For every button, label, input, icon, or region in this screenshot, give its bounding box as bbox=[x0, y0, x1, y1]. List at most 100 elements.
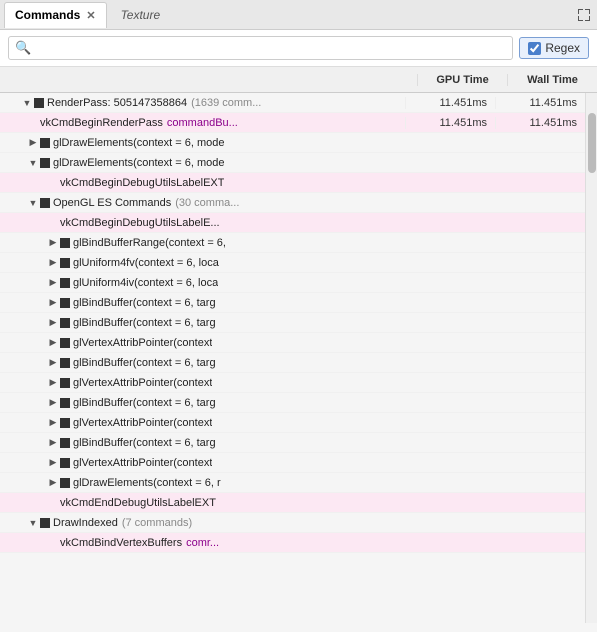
row-label: vkCmdBeginDebugUtilsLabelEXT bbox=[60, 177, 224, 189]
tree-cell: ▶ glBindBuffer(context = 6, targ bbox=[0, 436, 405, 450]
expand-icon[interactable]: ▶ bbox=[46, 336, 60, 350]
table-row[interactable]: ▶ glVertexAttribPointer(context bbox=[0, 453, 585, 473]
row-icon bbox=[60, 338, 70, 348]
row-label: vkCmdBeginDebugUtilsLabelE... bbox=[60, 217, 220, 229]
row-label: vkCmdBindVertexBuffers bbox=[60, 537, 182, 549]
row-label: RenderPass: 505147358864 bbox=[47, 97, 187, 109]
row-label: glBindBuffer(context = 6, targ bbox=[73, 437, 216, 449]
row-subtext: (1639 comm... bbox=[191, 97, 261, 109]
expand-icon[interactable]: ▶ bbox=[46, 416, 60, 430]
row-icon bbox=[60, 318, 70, 328]
table-row[interactable]: ▶ glBindBufferRange(context = 6, bbox=[0, 233, 585, 253]
tree-scroll[interactable]: ▼ RenderPass: 505147358864 (1639 comm...… bbox=[0, 93, 585, 623]
tree-cell: vkCmdEndDebugUtilsLabelEXT bbox=[0, 497, 405, 509]
table-row[interactable]: ▶ glBindBuffer(context = 6, targ bbox=[0, 353, 585, 373]
table-row[interactable]: ▶ glDrawElements(context = 6, r bbox=[0, 473, 585, 493]
row-subtext: commandBu... bbox=[167, 117, 238, 129]
search-icon: 🔍 bbox=[15, 40, 31, 56]
row-icon bbox=[60, 298, 70, 308]
expand-icon[interactable]: ▶ bbox=[46, 376, 60, 390]
tree-cell: ▶ glBindBuffer(context = 6, targ bbox=[0, 316, 405, 330]
fullscreen-button[interactable] bbox=[575, 6, 593, 24]
row-label: glUniform4iv(context = 6, loca bbox=[73, 277, 218, 289]
table-row[interactable]: vkCmdBeginRenderPass commandBu... 11.451… bbox=[0, 113, 585, 133]
tab-close-icon[interactable]: ✕ bbox=[86, 9, 95, 22]
regex-checkbox[interactable] bbox=[528, 42, 541, 55]
row-icon bbox=[60, 278, 70, 288]
scrollbar[interactable] bbox=[585, 93, 597, 623]
search-input-wrap: 🔍 bbox=[8, 36, 513, 60]
expand-icon[interactable]: ▶ bbox=[46, 256, 60, 270]
row-icon bbox=[60, 398, 70, 408]
row-label: glVertexAttribPointer(context bbox=[73, 337, 212, 349]
tree-cell: ▶ glUniform4fv(context = 6, loca bbox=[0, 256, 405, 270]
collapse-icon[interactable]: ▼ bbox=[26, 156, 40, 170]
row-label: OpenGL ES Commands bbox=[53, 197, 171, 209]
table-row[interactable]: ▶ glUniform4fv(context = 6, loca bbox=[0, 253, 585, 273]
row-subtext: comr... bbox=[186, 537, 219, 549]
table-row[interactable]: vkCmdBindVertexBuffers comr... bbox=[0, 533, 585, 553]
row-label: vkCmdBeginRenderPass bbox=[40, 117, 163, 129]
row-icon bbox=[60, 358, 70, 368]
collapse-icon[interactable]: ▼ bbox=[20, 96, 34, 110]
col-wall-header: Wall Time bbox=[507, 74, 597, 86]
table-row[interactable]: ▶ glDrawElements(context = 6, mode bbox=[0, 133, 585, 153]
expand-icon[interactable]: ▶ bbox=[46, 396, 60, 410]
column-headers: GPU Time Wall Time bbox=[0, 67, 597, 93]
table-row[interactable]: ▶ glUniform4iv(context = 6, loca bbox=[0, 273, 585, 293]
table-row[interactable]: ▶ glVertexAttribPointer(context bbox=[0, 413, 585, 433]
row-label: glBindBuffer(context = 6, targ bbox=[73, 397, 216, 409]
row-label: glVertexAttribPointer(context bbox=[73, 457, 212, 469]
tab-bar: Commands ✕ Texture bbox=[0, 0, 597, 30]
collapse-icon[interactable]: ▼ bbox=[26, 516, 40, 530]
gpu-time-val: 11.451ms bbox=[405, 97, 495, 109]
row-icon bbox=[60, 258, 70, 268]
table-row[interactable]: ▶ glBindBuffer(context = 6, targ bbox=[0, 433, 585, 453]
table-row[interactable]: ▶ glBindBuffer(context = 6, targ bbox=[0, 313, 585, 333]
expand-icon[interactable]: ▶ bbox=[46, 476, 60, 490]
search-input[interactable] bbox=[35, 41, 506, 55]
table-row[interactable]: vkCmdBeginDebugUtilsLabelEXT bbox=[0, 173, 585, 193]
tab-commands[interactable]: Commands ✕ bbox=[4, 2, 107, 28]
table-row[interactable]: ▶ glVertexAttribPointer(context bbox=[0, 373, 585, 393]
wall-time-val: 11.451ms bbox=[495, 117, 585, 129]
row-label: glBindBuffer(context = 6, targ bbox=[73, 297, 216, 309]
tree-cell: ▶ glVertexAttribPointer(context bbox=[0, 336, 405, 350]
row-label: glVertexAttribPointer(context bbox=[73, 417, 212, 429]
row-subtext: (30 comma... bbox=[175, 197, 239, 209]
collapse-icon[interactable]: ▼ bbox=[26, 196, 40, 210]
table-row[interactable]: ▼ RenderPass: 505147358864 (1639 comm...… bbox=[0, 93, 585, 113]
row-icon bbox=[60, 378, 70, 388]
tree-cell: ▼ OpenGL ES Commands (30 comma... bbox=[0, 196, 405, 210]
table-row[interactable]: ▶ glBindBuffer(context = 6, targ bbox=[0, 393, 585, 413]
table-row[interactable]: ▼ DrawIndexed (7 commands) bbox=[0, 513, 585, 533]
tree-cell: ▶ glVertexAttribPointer(context bbox=[0, 456, 405, 470]
wall-time-val: 11.451ms bbox=[495, 97, 585, 109]
expand-icon[interactable]: ▶ bbox=[46, 236, 60, 250]
tab-texture-label: Texture bbox=[121, 8, 161, 22]
row-label: glUniform4fv(context = 6, loca bbox=[73, 257, 219, 269]
expand-icon[interactable]: ▶ bbox=[46, 456, 60, 470]
row-icon bbox=[60, 478, 70, 488]
expand-icon[interactable]: ▶ bbox=[46, 356, 60, 370]
row-icon bbox=[40, 198, 50, 208]
tree-cell: vkCmdBeginDebugUtilsLabelEXT bbox=[0, 177, 405, 189]
expand-icon[interactable]: ▶ bbox=[46, 276, 60, 290]
table-row[interactable]: ▼ OpenGL ES Commands (30 comma... bbox=[0, 193, 585, 213]
expand-icon[interactable]: ▶ bbox=[46, 296, 60, 310]
expand-icon[interactable]: ▶ bbox=[46, 436, 60, 450]
table-row[interactable]: vkCmdEndDebugUtilsLabelEXT bbox=[0, 493, 585, 513]
table-row[interactable]: ▼ glDrawElements(context = 6, mode bbox=[0, 153, 585, 173]
row-label: glBindBufferRange(context = 6, bbox=[73, 237, 226, 249]
table-row[interactable]: ▶ glVertexAttribPointer(context bbox=[0, 333, 585, 353]
tree-cell: ▼ DrawIndexed (7 commands) bbox=[0, 516, 405, 530]
expand-icon[interactable]: ▶ bbox=[46, 316, 60, 330]
tab-texture[interactable]: Texture bbox=[111, 2, 171, 28]
row-icon bbox=[40, 518, 50, 528]
scrollbar-thumb[interactable] bbox=[588, 113, 596, 173]
table-row[interactable]: vkCmdBeginDebugUtilsLabelE... bbox=[0, 213, 585, 233]
table-row[interactable]: ▶ glBindBuffer(context = 6, targ bbox=[0, 293, 585, 313]
expand-icon[interactable]: ▶ bbox=[26, 136, 40, 150]
tree-cell: ▶ glBindBuffer(context = 6, targ bbox=[0, 296, 405, 310]
regex-button[interactable]: Regex bbox=[519, 37, 589, 59]
